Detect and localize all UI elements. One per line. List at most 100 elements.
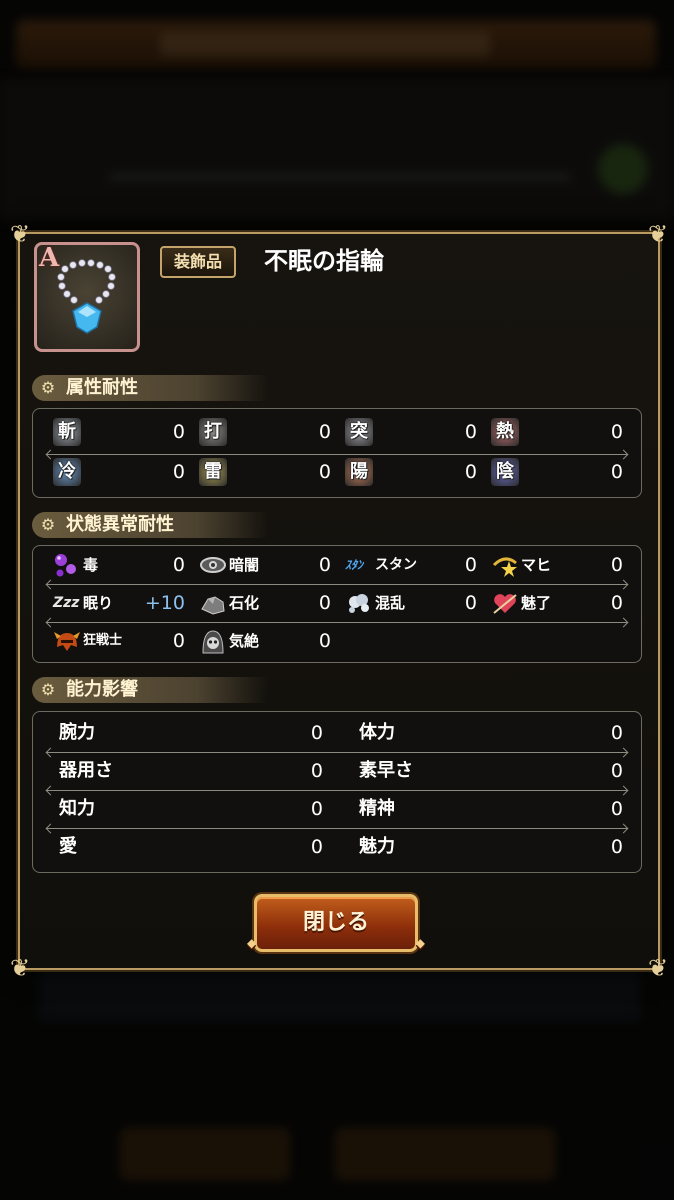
section-header-status: ⚙ 状態異常耐性 [32, 512, 268, 538]
ability-label: 愛 [59, 836, 77, 857]
ability-cell: 精神 0 [347, 791, 623, 827]
ability-value: 0 [310, 722, 323, 744]
ability-label: 体力 [359, 722, 395, 743]
element-2-icon: 陽 [345, 458, 373, 486]
corner-ornament-icon: ❦ [9, 954, 31, 982]
status-label: 狂戦士 [83, 633, 123, 648]
status-label: 気絶 [229, 632, 260, 650]
ability-cell: 愛0 [47, 829, 323, 865]
ability-label: 器用さ [59, 760, 113, 781]
status-resist-box: 毒 0 暗闇 0 ｽﾀﾝ スタン 0 マヒ 0 Zzz 眠り +10 石化 0 混乱 0 魅了 0 狂戦士 0 気絶 0 [32, 545, 642, 663]
status-label: 魅了 [521, 594, 552, 612]
element-2-icon: 突 [345, 418, 373, 446]
ability-label: 知力 [59, 798, 95, 819]
close-button[interactable]: ◆ 閉じる ◆ [247, 894, 425, 952]
resist-value: 0 [318, 461, 331, 483]
elemental-resist-cell: 斬0 [53, 414, 185, 450]
resist-value: 0 [172, 461, 185, 483]
resist-value: 0 [464, 461, 477, 483]
element-1-icon: 雷 [199, 458, 227, 486]
status-resist-cell: 石化 0 [199, 585, 331, 621]
status-resist-cell: 狂戦士 0 [53, 623, 185, 659]
resist-value: 0 [318, 630, 331, 652]
elemental-resist-cell: 冷0 [53, 454, 185, 490]
ability-value: 0 [610, 760, 623, 782]
element-1-icon: 打 [199, 418, 227, 446]
status-label: 眠り [83, 594, 114, 612]
status-label: 混乱 [375, 594, 406, 612]
ability-cell: 器用さ 0 [47, 753, 323, 789]
charm-heart-icon [491, 589, 519, 617]
gear-icon: ⚙ [40, 378, 56, 397]
category-badge: 装飾品 [160, 246, 237, 278]
corner-ornament-icon: ❦ [647, 220, 669, 248]
sleep-zzz-icon: Zzz [53, 595, 80, 611]
ability-value: 0 [310, 836, 323, 858]
paralysis-star-icon [491, 551, 519, 579]
elemental-resist-cell: 熱0 [491, 414, 623, 450]
ornament-icon: ◆ [247, 936, 257, 950]
ability-value: 0 [610, 836, 623, 858]
status-label: スタン [375, 557, 417, 573]
resist-value: 0 [610, 461, 623, 483]
ability-value: 0 [310, 760, 323, 782]
item-name: 不眠の指輪 [264, 247, 384, 275]
elemental-resist-cell: 雷0 [199, 454, 331, 490]
resist-value: 0 [610, 421, 623, 443]
status-label: 石化 [229, 594, 260, 612]
close-button-label: 閉じる [302, 910, 369, 935]
faint-skull-icon [199, 627, 227, 655]
stone-icon [199, 589, 227, 617]
section-header-elemental: ⚙ 属性耐性 [32, 375, 268, 401]
ornament-icon: ◆ [415, 936, 425, 950]
element-0-icon: 斬 [53, 418, 81, 446]
resist-value: 0 [610, 592, 623, 614]
item-detail-dialog: ❦ ❦ ❦ ❦ A 装飾品 不眠の指輪 ⚙ 属性耐性 斬0打0突0熱0冷0雷0陽… [10, 220, 668, 982]
elemental-resist-cell: 陽0 [345, 454, 477, 490]
status-label: 毒 [83, 556, 99, 574]
ability-effect-box: 腕力 0 体力 0 器用さ 0 素早さ 0 知力 0 精神 0 愛 0 魅力 0 [32, 711, 642, 873]
blue-gem-necklace-icon [57, 259, 116, 334]
status-resist-cell: 毒0 [53, 547, 185, 583]
element-3-icon: 熱 [491, 418, 519, 446]
status-label: マヒ [521, 556, 552, 574]
ability-label: 精神 [359, 798, 395, 819]
status-resist-cell: 暗闇 0 [199, 547, 331, 583]
section-title: 状態異常耐性 [66, 514, 174, 535]
resist-value: +10 [144, 592, 185, 614]
section-title: 属性耐性 [66, 377, 138, 398]
resist-value: 0 [464, 554, 477, 576]
status-resist-cell: ｽﾀﾝ スタン 0 [345, 547, 477, 583]
ability-label: 魅力 [359, 836, 395, 857]
status-resist-cell: 気絶 0 [199, 623, 331, 659]
elemental-resist-cell: 突0 [345, 414, 477, 450]
element-0-icon: 冷 [53, 458, 81, 486]
ability-label: 素早さ [359, 760, 413, 781]
elemental-resist-cell: 打0 [199, 414, 331, 450]
ability-label: 腕力 [59, 722, 95, 743]
ability-value: 0 [610, 798, 623, 820]
ability-cell: 知力 0 [47, 791, 323, 827]
ability-cell: 魅力 0 [347, 829, 623, 865]
resist-value: 0 [464, 592, 477, 614]
poison-bubbles-icon [53, 551, 81, 579]
elemental-resist-cell: 陰0 [491, 454, 623, 490]
gear-icon: ⚙ [40, 515, 56, 534]
elemental-resist-box: 斬0打0突0熱0冷0雷0陽0陰0 [32, 408, 642, 498]
berserk-helmet-icon [53, 627, 81, 655]
status-resist-cell: Zzz 眠り +10 [53, 585, 185, 621]
corner-ornament-icon: ❦ [9, 220, 31, 248]
resist-value: 0 [172, 554, 185, 576]
corner-ornament-icon: ❦ [647, 954, 669, 982]
resist-value: 0 [172, 630, 185, 652]
resist-value: 0 [318, 592, 331, 614]
resist-value: 0 [318, 421, 331, 443]
section-header-ability: ⚙ 能力影響 [32, 677, 268, 703]
confusion-cloud-icon [345, 589, 373, 617]
element-3-icon: 陰 [491, 458, 519, 486]
ability-cell: 体力 0 [347, 715, 623, 751]
eye-icon [199, 551, 227, 579]
resist-value: 0 [464, 421, 477, 443]
gear-icon: ⚙ [40, 680, 56, 699]
resist-value: 0 [172, 421, 185, 443]
